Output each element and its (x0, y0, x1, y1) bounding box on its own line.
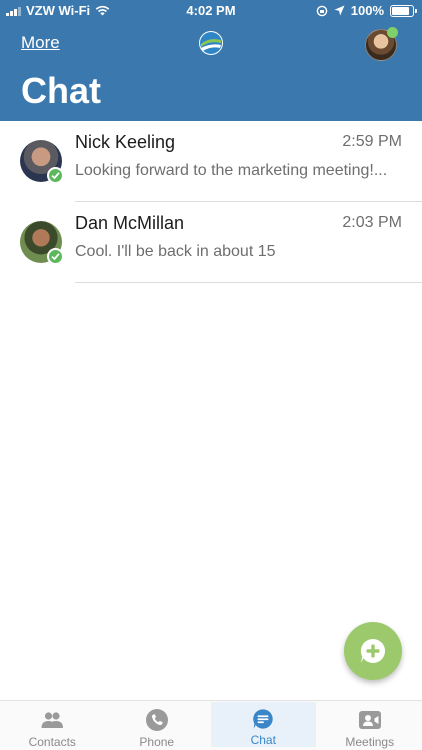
contacts-icon (41, 712, 64, 728)
tab-meetings-label: Meetings (345, 735, 395, 749)
more-link[interactable]: More (21, 33, 60, 53)
chat-list: Nick Keeling 2:59 PM Looking forward to … (0, 121, 422, 283)
tab-meetings[interactable]: Meetings (318, 701, 422, 750)
chat-list-item[interactable]: Nick Keeling 2:59 PM Looking forward to … (0, 121, 422, 202)
page-title: Chat (21, 70, 101, 111)
location-icon (334, 5, 345, 16)
chat-timestamp: 2:03 PM (342, 214, 402, 231)
chat-timestamp: 2:59 PM (342, 133, 402, 150)
chat-icon (253, 709, 273, 729)
chat-message-preview: Looking forward to the marketing meeting… (75, 162, 388, 179)
tab-chat[interactable]: Chat (211, 702, 316, 747)
tab-phone[interactable]: Phone (105, 701, 210, 750)
phone-icon (145, 709, 168, 731)
app-logo-icon (199, 31, 223, 55)
available-status-icon (47, 248, 64, 265)
chat-contact-name: Dan McMillan (75, 213, 185, 233)
divider (75, 282, 422, 283)
chat-list-item[interactable]: Dan McMillan 2:03 PM Cool. I'll be back … (0, 202, 422, 283)
available-status-icon (47, 167, 64, 184)
app-header: VZW Wi-Fi 4:02 PM 100% More Chat (0, 0, 422, 121)
tab-contacts-label: Contacts (28, 735, 76, 749)
tab-contacts[interactable]: Contacts (0, 701, 105, 750)
meetings-icon (358, 711, 381, 729)
status-bar: VZW Wi-Fi 4:02 PM 100% (0, 0, 422, 22)
tab-chat-label: Chat (250, 733, 276, 747)
battery-percent: 100% (350, 3, 384, 18)
status-right: 100% (316, 3, 417, 18)
online-status-dot (387, 27, 398, 38)
chat-message-preview: Cool. I'll be back in about 15 (75, 243, 276, 260)
tab-bar: Contacts Phone Chat Meetings (0, 700, 422, 750)
battery-fill (392, 6, 409, 15)
new-chat-button[interactable] (344, 622, 402, 680)
new-chat-icon (360, 638, 386, 663)
chat-contact-name: Nick Keeling (75, 132, 176, 152)
battery-icon (390, 4, 417, 17)
orientation-lock-icon (316, 5, 328, 16)
tab-phone-label: Phone (139, 735, 175, 749)
